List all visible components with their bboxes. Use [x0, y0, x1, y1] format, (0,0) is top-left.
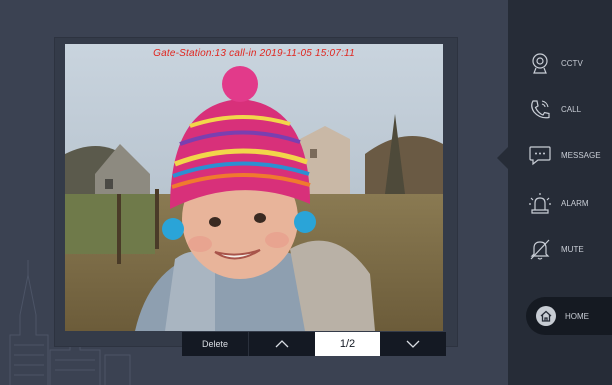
chevron-up-icon	[275, 340, 289, 348]
sidebar-item-cctv[interactable]: CCTV	[528, 52, 583, 74]
snapshot-image	[65, 44, 443, 331]
message-icon	[529, 146, 551, 166]
sidebar-item-message[interactable]: MESSAGE	[528, 144, 601, 166]
home-button[interactable]: HOME	[536, 306, 589, 326]
phone-icon	[531, 100, 550, 119]
sidebar-item-label: ALARM	[561, 198, 589, 208]
sidebar-notch	[497, 147, 508, 169]
sidebar-item-label: CCTV	[561, 58, 583, 68]
home-icon-circle	[536, 306, 556, 326]
next-button[interactable]	[380, 332, 446, 356]
playback-toolbar: Delete 1/2	[182, 332, 446, 356]
home-label: HOME	[565, 311, 589, 321]
alarm-icon	[529, 193, 551, 214]
sidebar-item-call[interactable]: CALL	[528, 98, 581, 120]
sidebar-item-mute[interactable]: MUTE	[528, 238, 584, 260]
sidebar-item-label: MUTE	[561, 244, 584, 254]
chevron-down-icon	[406, 340, 420, 348]
delete-button[interactable]: Delete	[182, 332, 248, 356]
sidebar-item-label: CALL	[561, 104, 582, 114]
page-indicator: 1/2	[315, 332, 380, 356]
mute-icon	[530, 239, 550, 260]
call-info-caption: Gate-Station:13 call-in 2019-11-05 15:07…	[153, 48, 355, 59]
sidebar-item-alarm[interactable]: ALARM	[528, 192, 589, 214]
sidebar-item-label: MESSAGE	[561, 150, 601, 160]
home-icon	[540, 310, 552, 322]
previous-button[interactable]	[248, 332, 315, 356]
camera-icon	[532, 53, 548, 74]
